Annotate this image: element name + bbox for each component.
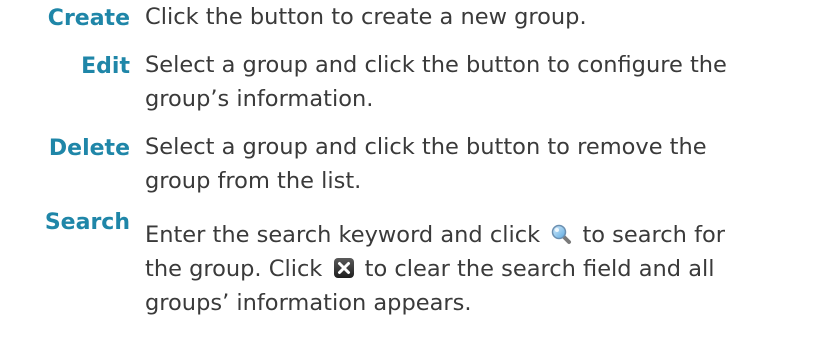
desc-search-line-3: groups’ information appears.	[145, 290, 472, 316]
desc-create: Click the button to create a new group.	[145, 0, 815, 34]
desc-search-line-2-after: to clear the search field and all	[364, 256, 715, 282]
desc-search-line-2: the group. Click to clear the search fie…	[145, 252, 815, 286]
desc-search-line-1: Enter the search keyword and click to se…	[145, 218, 815, 252]
desc-edit-line-1: Select a group and click the button to c…	[145, 52, 727, 78]
desc-delete-line-1: Select a group and click the button to r…	[145, 134, 707, 160]
search-icon	[550, 223, 572, 245]
desc-search-line-2-before: the group. Click	[145, 256, 323, 282]
desc-search: Enter the search keyword and click to se…	[145, 218, 815, 320]
term-delete: Delete	[48, 136, 130, 161]
desc-search-line-1-after: to search for	[582, 222, 726, 248]
term-create: Create	[47, 6, 130, 31]
term-search: Search	[44, 210, 130, 235]
desc-delete: Select a group and click the button to r…	[145, 130, 815, 198]
desc-search-line-1-before: Enter the search keyword and click	[145, 222, 541, 248]
term-edit: Edit	[81, 54, 130, 79]
desc-create-line-1: Click the button to create a new group.	[145, 4, 587, 30]
desc-edit: Select a group and click the button to c…	[145, 48, 815, 116]
desc-delete-line-2: group from the list.	[145, 168, 362, 194]
clear-icon	[333, 257, 355, 279]
definition-list: Create Click the button to create a new …	[0, 0, 824, 337]
desc-edit-line-2: group’s information.	[145, 86, 374, 112]
